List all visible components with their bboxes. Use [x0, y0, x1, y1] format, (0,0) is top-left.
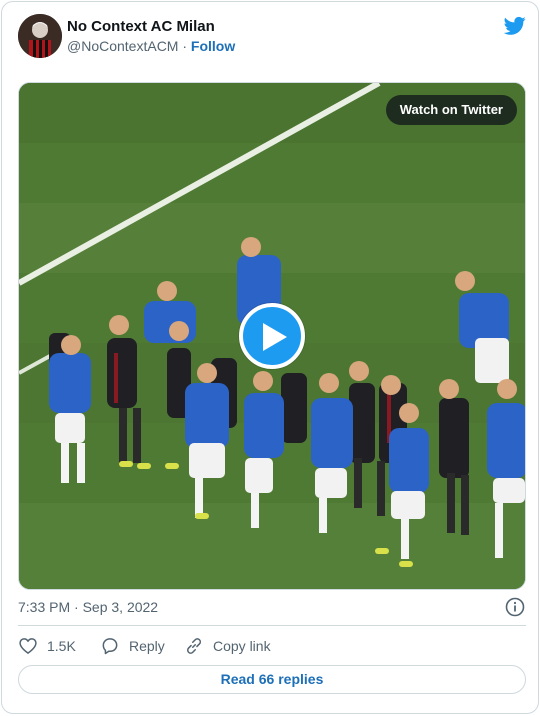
copy-link-label: Copy link — [213, 638, 271, 654]
reply-icon — [102, 638, 118, 655]
like-button[interactable]: 1.5K — [18, 635, 76, 657]
video-media[interactable]: Watch on Twitter — [18, 82, 526, 590]
follow-button[interactable]: Follow — [191, 38, 235, 54]
tweet-actions: 1.5K Reply Copy link — [18, 635, 526, 657]
author-name[interactable]: No Context AC Milan — [67, 18, 215, 35]
play-icon — [263, 323, 287, 351]
author-handle-row: @NoContextACM · Follow — [67, 38, 235, 54]
reply-label: Reply — [129, 638, 165, 654]
info-icon[interactable] — [505, 597, 525, 617]
copy-link-button[interactable]: Copy link — [184, 635, 271, 657]
author-handle[interactable]: @NoContextACM — [67, 38, 178, 54]
link-icon — [186, 638, 202, 654]
divider — [18, 625, 526, 626]
twitter-bird-icon[interactable] — [504, 16, 526, 36]
separator-dot: · — [182, 38, 188, 54]
author-avatar[interactable] — [18, 14, 62, 58]
embedded-tweet-card: No Context AC Milan @NoContextACM · Foll… — [1, 1, 539, 714]
heart-icon — [19, 638, 37, 654]
tweet-timestamp[interactable]: 7:33 PM · Sep 3, 2022 — [18, 599, 158, 615]
watch-on-twitter-button[interactable]: Watch on Twitter — [385, 95, 517, 125]
reply-button[interactable]: Reply — [100, 635, 165, 657]
play-button[interactable] — [239, 303, 305, 369]
like-count: 1.5K — [47, 638, 76, 654]
read-replies-button[interactable]: Read 66 replies — [18, 665, 526, 694]
